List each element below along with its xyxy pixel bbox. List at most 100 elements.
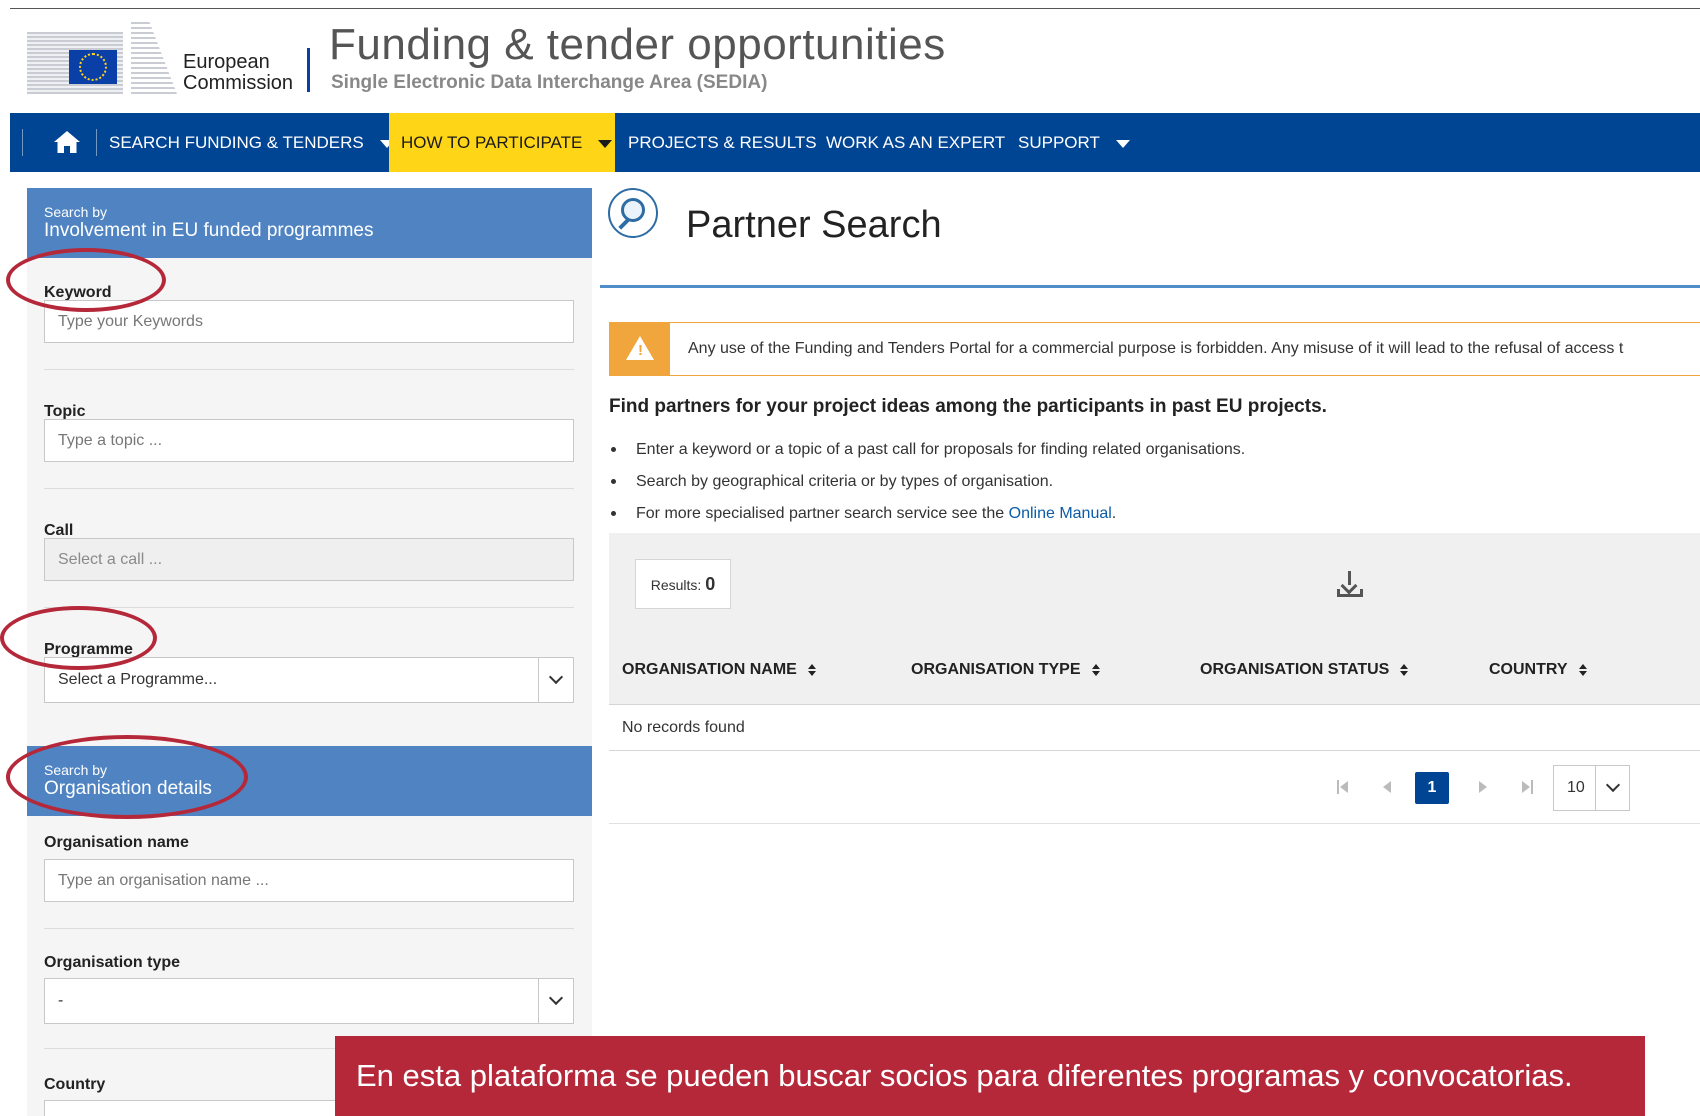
previous-page-icon[interactable] <box>1381 780 1395 794</box>
last-page-bar <box>1531 780 1533 794</box>
page-title: Partner Search <box>686 204 942 246</box>
european-commission-logo[interactable]: European Commission <box>27 22 317 94</box>
last-page-icon[interactable] <box>1521 780 1535 794</box>
next-page-icon[interactable] <box>1477 780 1491 794</box>
divider <box>44 607 574 608</box>
intro-text: Find partners for your project ideas amo… <box>609 396 1327 417</box>
org-type-label: Organisation type <box>44 954 181 971</box>
column-header-org-type[interactable]: ORGANISATION TYPE <box>911 635 1100 705</box>
logo-line-1: European <box>183 51 270 73</box>
sort-icon <box>1091 663 1100 676</box>
divider <box>44 488 574 489</box>
previous-page-arrow <box>1383 781 1391 793</box>
bullet-text: Search by geographical criteria or by ty… <box>636 473 1054 490</box>
warning-exclamation: ! <box>638 342 643 359</box>
results-toolbar: Results: 0 <box>609 533 1700 635</box>
first-page-arrow <box>1340 781 1348 793</box>
results-label: Results: <box>650 577 702 593</box>
nav-separator <box>22 129 23 156</box>
annotation-circle-keyword <box>6 248 166 312</box>
divider <box>44 928 574 929</box>
sort-icon <box>1578 663 1587 676</box>
column-header-label: COUNTRY <box>1489 661 1568 678</box>
logo-text: European Commission <box>183 52 293 94</box>
call-input[interactable]: Select a call ... <box>44 538 574 581</box>
annotation-circle-organisation <box>6 735 248 819</box>
nav-projects-results[interactable]: PROJECTS & RESULTS <box>628 113 817 172</box>
column-header-label: ORGANISATION STATUS <box>1200 661 1390 678</box>
bullet-text: Enter a keyword or a topic of a past cal… <box>636 441 1246 458</box>
column-header-label: ORGANISATION TYPE <box>911 661 1081 678</box>
page-size-dropdown-button[interactable] <box>1595 766 1629 810</box>
sort-icon <box>1400 663 1409 676</box>
partner-search-icon <box>608 188 658 238</box>
no-records-row: No records found <box>609 705 1700 751</box>
org-type-select[interactable]: - <box>44 978 574 1024</box>
country-label: Country <box>44 1076 106 1093</box>
header-separator <box>307 48 310 92</box>
nav-work-as-expert[interactable]: WORK AS AN EXPERT <box>826 113 1005 172</box>
bullet-tail: . <box>1111 505 1117 522</box>
section-small-label: Search by <box>44 204 108 220</box>
nav-support-label: SUPPORT <box>1018 133 1100 152</box>
download-icon[interactable] <box>1337 571 1363 597</box>
current-page-button[interactable]: 1 <box>1415 772 1449 804</box>
first-page-bar <box>1337 780 1339 794</box>
chevron-down-icon <box>1605 777 1621 793</box>
chevron-down-icon <box>598 139 613 148</box>
nav-how-to-participate-label: HOW TO PARTICIPATE <box>401 133 583 152</box>
column-header-org-status[interactable]: ORGANISATION STATUS <box>1200 635 1409 705</box>
annotation-circle-programme <box>0 606 157 670</box>
programme-dropdown-button[interactable] <box>538 658 573 702</box>
bullet-text: For more specialised partner search serv… <box>636 505 1005 522</box>
commercial-use-alert: ! Any use of the Funding and Tenders Por… <box>609 322 1700 376</box>
bullet-item: Enter a keyword or a topic of a past cal… <box>609 441 1245 459</box>
alert-text: Any use of the Funding and Tenders Porta… <box>688 340 1624 357</box>
online-manual-link[interactable]: Online Manual <box>1009 505 1112 522</box>
portal-subtitle: Single Electronic Data Interchange Area … <box>331 72 768 93</box>
eu-stars-icon <box>79 53 107 81</box>
bullet-item: For more specialised partner search serv… <box>609 505 1116 523</box>
results-count: 0 <box>705 574 716 594</box>
divider <box>44 369 574 370</box>
nav-how-to-participate[interactable]: HOW TO PARTICIPATE <box>389 113 615 172</box>
section-involvement-header: Search by Involvement in EU funded progr… <box>27 188 592 258</box>
nav-separator <box>96 129 97 156</box>
topic-input[interactable]: Type a topic ... <box>44 419 574 462</box>
org-name-label: Organisation name <box>44 834 189 851</box>
logo-line-2: Commission <box>183 72 294 94</box>
next-page-arrow <box>1479 781 1487 793</box>
column-header-country[interactable]: COUNTRY <box>1489 635 1587 705</box>
column-header-org-name[interactable]: ORGANISATION NAME <box>622 635 816 705</box>
warning-icon: ! <box>610 323 670 375</box>
magnifier-handle <box>618 218 630 230</box>
bullet-dot <box>611 479 616 485</box>
main-nav: SEARCH FUNDING & TENDERS HOW TO PARTICIP… <box>10 113 1700 172</box>
magnifier-lens <box>621 198 645 222</box>
page-size-select[interactable]: 10 <box>1553 765 1630 811</box>
nav-search-funding[interactable]: SEARCH FUNDING & TENDERS <box>109 113 394 172</box>
chevron-down-icon <box>1115 139 1130 148</box>
home-icon <box>54 131 80 153</box>
column-header-label: ORGANISATION NAME <box>622 661 797 678</box>
chevron-down-icon <box>548 990 564 1006</box>
chevron-down-icon <box>548 669 564 685</box>
nav-home[interactable] <box>44 113 86 172</box>
bullet-dot <box>611 447 616 453</box>
title-rule <box>600 285 1700 288</box>
download-tray <box>1337 589 1363 597</box>
results-table-header: ORGANISATION NAME ORGANISATION TYPE ORGA… <box>609 635 1700 705</box>
caption-banner: En esta plataforma se pueden buscar soci… <box>335 1036 1645 1116</box>
first-page-icon[interactable] <box>1337 780 1351 794</box>
top-rule <box>10 8 1700 9</box>
nav-support[interactable]: SUPPORT <box>1018 113 1130 172</box>
portal-title: Funding & tender opportunities <box>329 20 946 69</box>
org-type-select-value: - <box>58 992 64 1009</box>
org-name-input[interactable]: Type an organisation name ... <box>44 859 574 902</box>
org-type-dropdown-button[interactable] <box>538 979 573 1023</box>
bullet-item: Search by geographical criteria or by ty… <box>609 473 1053 491</box>
nav-search-funding-label: SEARCH FUNDING & TENDERS <box>109 133 364 152</box>
logo-lines <box>131 22 177 94</box>
bullet-dot <box>611 511 616 517</box>
section-title: Involvement in EU funded programmes <box>44 220 374 241</box>
